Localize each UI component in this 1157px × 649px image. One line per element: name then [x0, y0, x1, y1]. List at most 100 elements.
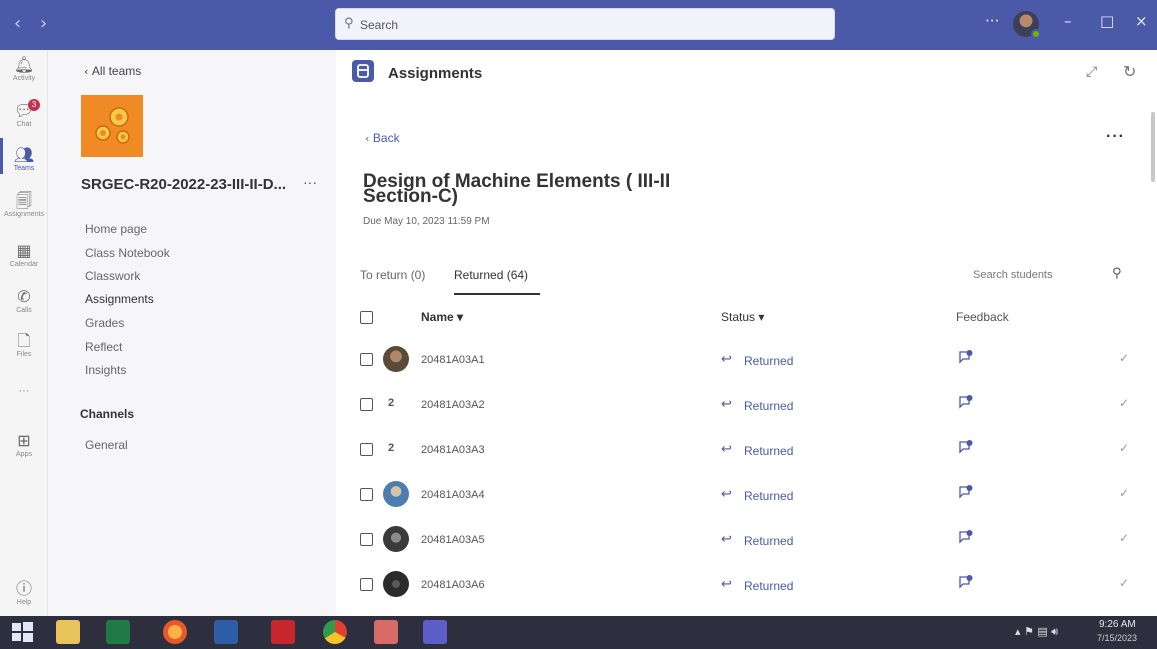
- system-tray[interactable]: ▴ ⚑ ▤ 🔊︎: [1015, 625, 1058, 639]
- rail-item-more[interactable]: ···: [0, 384, 48, 397]
- status-label: Returned: [744, 579, 794, 593]
- firefox-icon[interactable]: [163, 620, 187, 644]
- acrobat-icon[interactable]: [271, 620, 295, 644]
- paint-icon[interactable]: [374, 620, 398, 644]
- rail-label: Activity: [12, 75, 36, 82]
- search-icon: ⚲: [344, 16, 354, 31]
- teams-icon[interactable]: [423, 620, 447, 644]
- student-id[interactable]: 20481A03A3: [421, 444, 485, 456]
- tab-to-return[interactable]: To return (0): [360, 268, 425, 282]
- nav-assignments[interactable]: Assignments: [85, 292, 154, 306]
- table-row[interactable]: 2 20481A03A3 ↩ Returned ✓: [336, 440, 1151, 488]
- assignments-pane: Assignments ⤢ ↻ ‹ Back ··· Design of Mac…: [336, 50, 1157, 616]
- clock-date[interactable]: 7/15/2023: [1097, 633, 1137, 643]
- chevron-left-icon: ‹: [365, 132, 373, 145]
- avatar: [383, 571, 409, 597]
- table-row[interactable]: 2 20481A03A2 ↩ Returned ✓: [336, 395, 1151, 443]
- more-options-button[interactable]: ···: [1106, 128, 1125, 146]
- feedback-icon[interactable]: [958, 439, 974, 455]
- row-checkbox[interactable]: [360, 443, 373, 456]
- table-row[interactable]: 20481A03A5 ↩ Returned ✓: [336, 526, 1151, 578]
- teams-window: ‹ › ⚲ Search ··· – □ × 🔔︎ Activity 💬︎ 3 …: [0, 0, 1157, 649]
- rail-item-calls[interactable]: ✆ Calls: [0, 288, 48, 315]
- search-input[interactable]: ⚲ Search: [335, 8, 835, 40]
- search-icon[interactable]: ⚲: [1112, 266, 1122, 281]
- student-id[interactable]: 20481A03A2: [421, 399, 485, 411]
- team-sidebar: ‹ All teams SRGEC-R20-2022-23-III-II-D..…: [48, 50, 336, 616]
- nav-classwork[interactable]: Classwork: [85, 269, 140, 283]
- student-id[interactable]: 20481A03A1: [421, 354, 485, 366]
- rail-item-apps[interactable]: ⊞ Apps: [0, 432, 48, 459]
- student-id[interactable]: 20481A03A4: [421, 489, 485, 501]
- minimize-button[interactable]: –: [1064, 12, 1072, 30]
- feedback-icon[interactable]: [958, 394, 974, 410]
- feedback-icon[interactable]: [958, 484, 974, 500]
- more-options-button[interactable]: ···: [985, 12, 999, 30]
- channel-general[interactable]: General: [85, 438, 128, 452]
- popout-icon[interactable]: ⤢: [1086, 64, 1097, 80]
- row-checkbox[interactable]: [360, 578, 373, 591]
- profile-avatar[interactable]: [1013, 11, 1041, 39]
- select-all-checkbox[interactable]: [360, 311, 373, 324]
- maximize-button[interactable]: □: [1100, 12, 1114, 30]
- row-checkbox[interactable]: [360, 488, 373, 501]
- rail-item-activity[interactable]: 🔔︎ Activity: [0, 56, 48, 83]
- column-header-status[interactable]: Status ▾: [721, 310, 764, 324]
- nav-insights[interactable]: Insights: [85, 363, 126, 377]
- excel-icon[interactable]: [106, 620, 130, 644]
- table-row[interactable]: 20481A03A4 ↩ Returned ✓: [336, 481, 1151, 533]
- close-button[interactable]: ×: [1135, 12, 1148, 30]
- all-teams-link[interactable]: ‹ All teams: [84, 64, 141, 78]
- tab-returned[interactable]: Returned (64): [454, 268, 528, 282]
- all-teams-label: All teams: [91, 64, 142, 78]
- student-id[interactable]: 20481A03A5: [421, 534, 485, 546]
- nav-grades[interactable]: Grades: [85, 316, 124, 330]
- row-checkbox[interactable]: [360, 533, 373, 546]
- returned-icon: ↩: [721, 397, 732, 412]
- rail-item-assignments[interactable]: 🗐︎ Assignments: [0, 191, 48, 219]
- student-id[interactable]: 20481A03A6: [421, 579, 485, 591]
- rail-item-chat[interactable]: 💬︎ 3 Chat: [0, 99, 48, 128]
- search-students-input[interactable]: Search students: [973, 269, 1053, 281]
- status-label: Returned: [744, 489, 794, 503]
- file-explorer-icon[interactable]: [56, 620, 80, 644]
- chrome-icon[interactable]: [323, 620, 347, 644]
- nav-class-notebook[interactable]: Class Notebook: [85, 246, 170, 260]
- chat-icon: 💬︎: [13, 101, 35, 120]
- team-more-button[interactable]: ···: [303, 174, 317, 190]
- back-arrow-icon[interactable]: ‹: [14, 13, 21, 34]
- more-icon: ···: [18, 385, 30, 397]
- rail-item-calendar[interactable]: ▦ Calendar: [0, 242, 48, 269]
- column-header-name[interactable]: Name ▾: [421, 310, 463, 324]
- nav-home-page[interactable]: Home page: [85, 222, 147, 236]
- feedback-icon[interactable]: [958, 349, 974, 365]
- title-bar: ‹ › ⚲ Search ··· – □ ×: [0, 0, 1157, 50]
- avatar-initial: 2: [388, 442, 395, 454]
- nav-reflect[interactable]: Reflect: [85, 340, 122, 354]
- start-icon[interactable]: [10, 620, 34, 644]
- clock-time[interactable]: 9:26 AM: [1099, 619, 1136, 630]
- row-checkbox[interactable]: [360, 353, 373, 366]
- feedback-icon[interactable]: [958, 574, 974, 590]
- teams-icon: 👥︎: [13, 145, 35, 164]
- rail-item-help[interactable]: ⓘ Help: [0, 580, 48, 607]
- scrollbar[interactable]: [1151, 112, 1155, 182]
- due-date: Due May 10, 2023 11:59 PM: [363, 216, 490, 227]
- rail-label: Apps: [16, 451, 32, 458]
- feedback-icon[interactable]: [958, 529, 974, 545]
- forward-arrow-icon[interactable]: ›: [40, 13, 47, 34]
- table-row[interactable]: 20481A03A1 ↩ Returned ✓: [336, 346, 1151, 398]
- team-name[interactable]: SRGEC-R20-2022-23-III-II-D...: [81, 176, 286, 193]
- assignments-icon: 🗐︎: [16, 191, 32, 210]
- back-button[interactable]: ‹ Back: [365, 131, 400, 145]
- row-checkbox[interactable]: [360, 398, 373, 411]
- avatar-initial: 2: [388, 397, 395, 409]
- rail-label: Files: [16, 351, 32, 358]
- rail-item-files[interactable]: 🗋︎ Files: [0, 332, 48, 359]
- chevron-left-icon: ‹: [84, 65, 92, 78]
- search-placeholder: Search: [360, 18, 399, 32]
- rail-item-teams[interactable]: 👥︎ Teams: [0, 145, 48, 173]
- assignment-title: Design of Machine Elements ( III-II Sect…: [363, 171, 671, 207]
- refresh-icon[interactable]: ↻: [1123, 62, 1136, 81]
- word-icon[interactable]: [214, 620, 238, 644]
